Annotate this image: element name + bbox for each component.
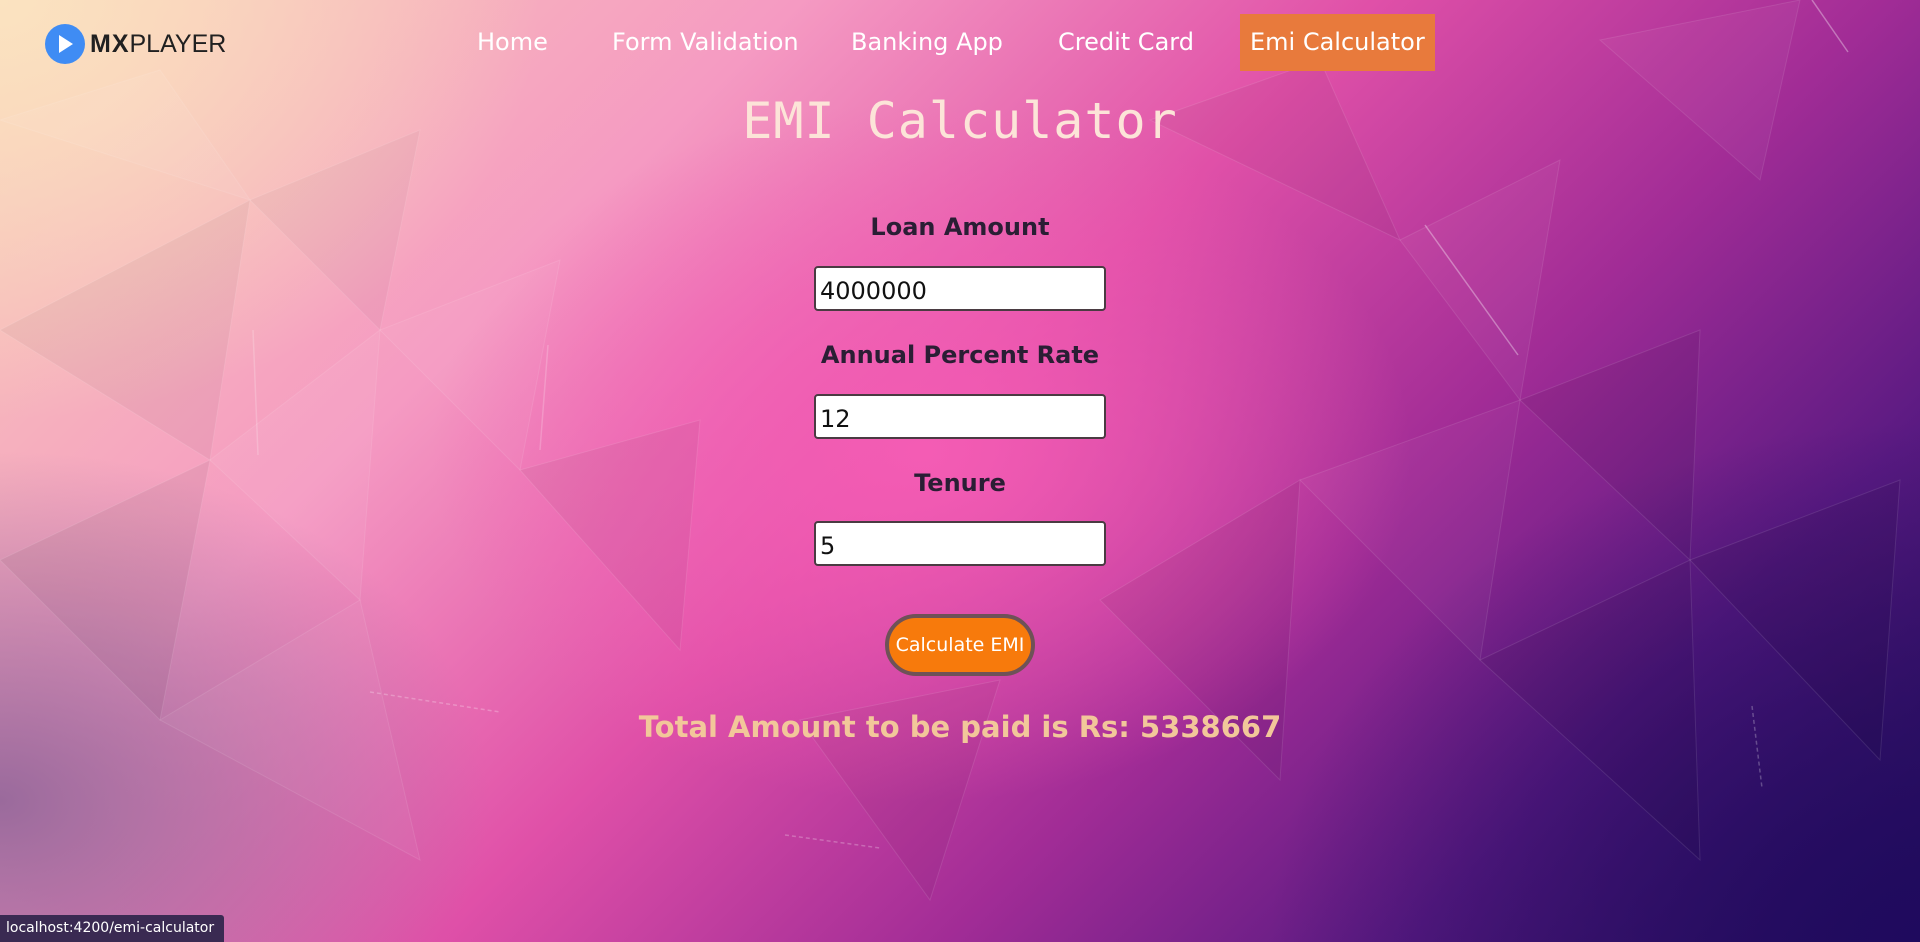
result-text: Total Amount to be paid is Rs: 5338667 xyxy=(638,710,1282,744)
rate-input[interactable] xyxy=(814,394,1106,439)
rate-label: Annual Percent Rate xyxy=(820,341,1100,369)
nav-item-emi-calculator[interactable]: Emi Calculator xyxy=(1240,14,1435,71)
loan-amount-label: Loan Amount xyxy=(870,213,1050,241)
tenure-input[interactable] xyxy=(814,521,1106,566)
brand-logo[interactable]: MXPLAYER xyxy=(45,24,226,64)
nav-item-form-validation[interactable]: Form Validation xyxy=(612,14,799,71)
loan-amount-input[interactable] xyxy=(814,266,1106,311)
play-icon xyxy=(45,24,85,64)
brand-name-bold: MX xyxy=(90,29,130,58)
brand-name-regular: PLAYER xyxy=(129,29,227,58)
nav-item-banking-app[interactable]: Banking App xyxy=(851,14,1003,71)
tenure-label: Tenure xyxy=(914,469,1006,497)
nav-item-home[interactable]: Home xyxy=(477,14,548,71)
page-title: EMI Calculator xyxy=(742,92,1178,150)
nav-item-credit-card[interactable]: Credit Card xyxy=(1058,14,1194,71)
brand-name: MXPLAYER xyxy=(90,30,226,59)
navbar: MXPLAYER Home Form Validation Banking Ap… xyxy=(0,0,1920,86)
status-bar-url: localhost:4200/emi-calculator xyxy=(0,915,225,942)
calculate-emi-button[interactable]: Calculate EMI xyxy=(885,614,1035,676)
